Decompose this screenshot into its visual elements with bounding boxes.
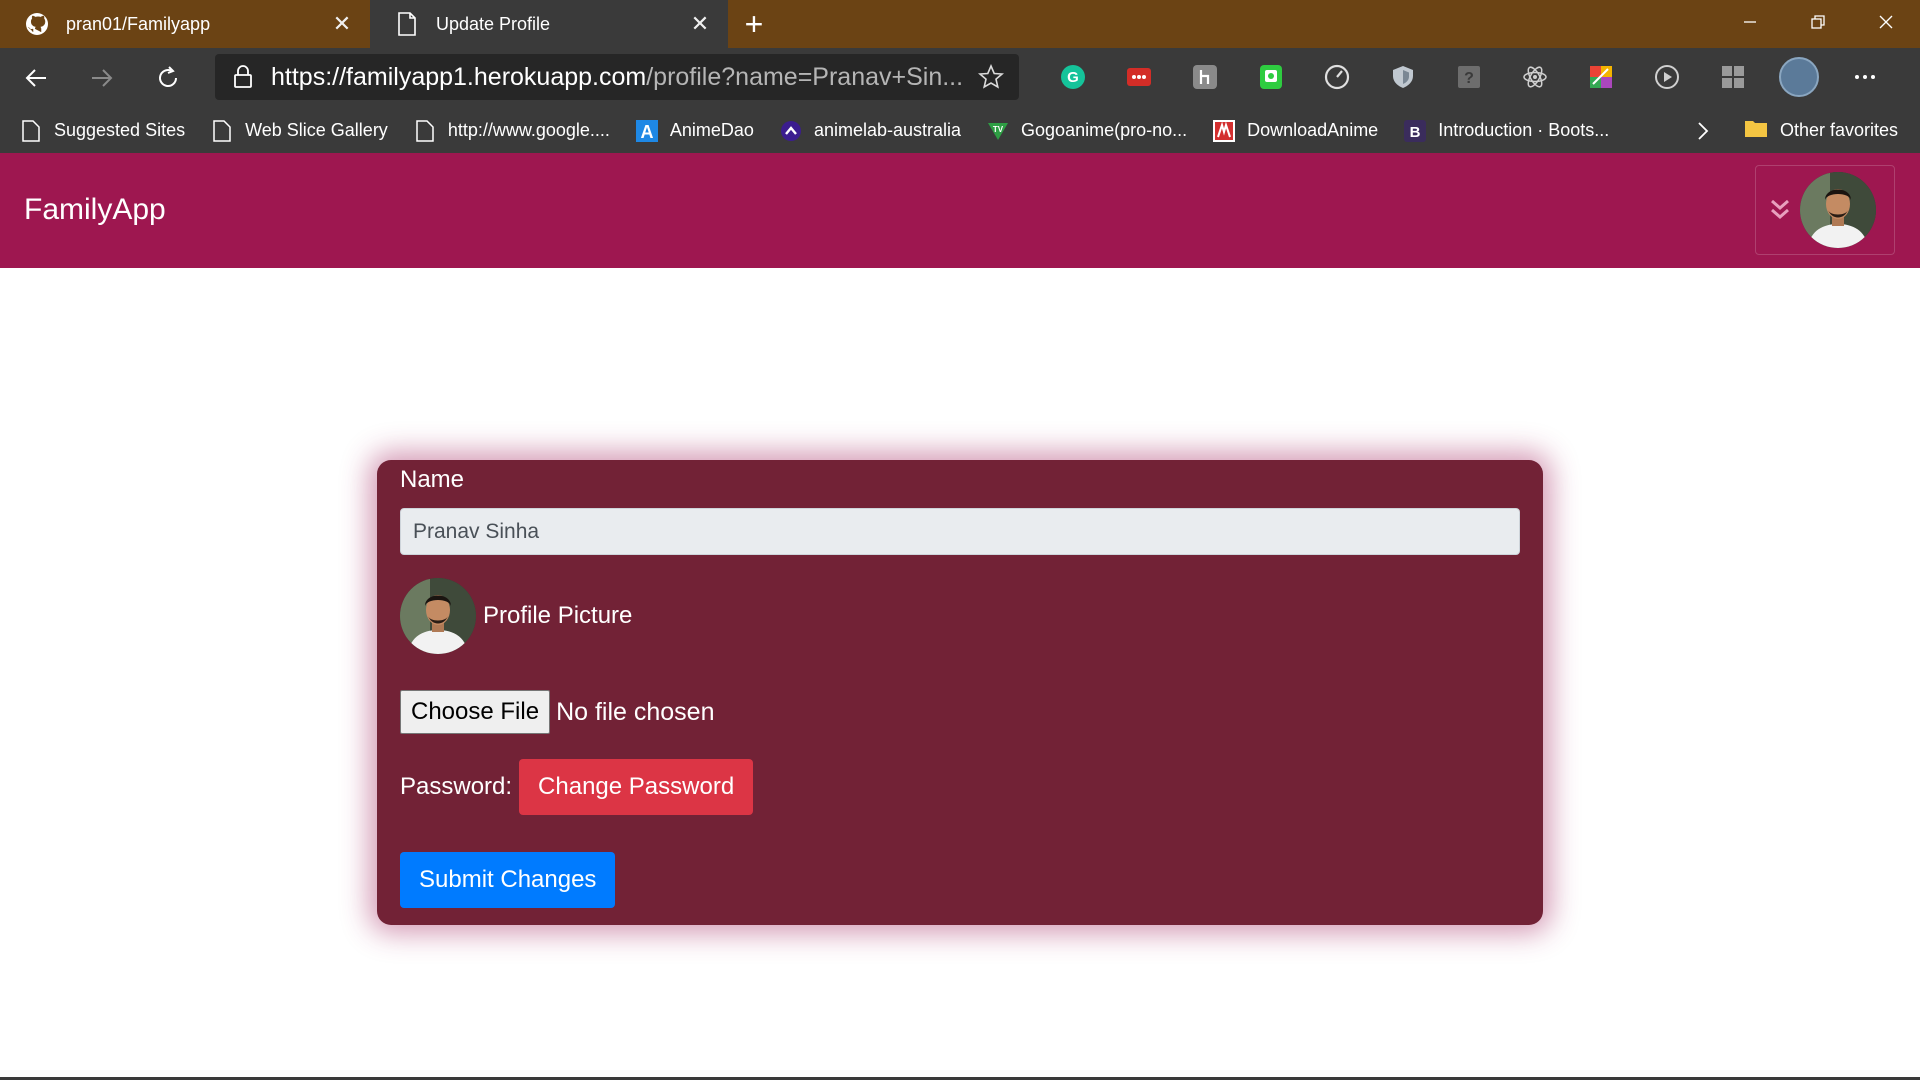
bookmark-web-slice-gallery[interactable]: Web Slice Gallery (211, 119, 388, 142)
tab-strip: pran01/Familyapp ✕ Update Profile ✕ + (0, 0, 1920, 48)
play-icon[interactable] (1634, 54, 1700, 100)
collections-icon[interactable] (1700, 54, 1766, 100)
choose-file-button[interactable]: Choose File (400, 690, 551, 734)
other-favorites-label: Other favorites (1780, 120, 1899, 140)
tab-update-profile[interactable]: Update Profile ✕ (370, 0, 728, 48)
profile-icon[interactable] (1766, 54, 1832, 100)
bookmark-label: http://www.google.... (447, 120, 610, 140)
lastpass-icon[interactable] (1106, 54, 1172, 100)
profile-picture-row: Profile Picture (400, 578, 632, 654)
speed-icon[interactable] (1304, 54, 1370, 100)
animelab-icon (780, 120, 802, 142)
name-input[interactable] (400, 508, 1520, 555)
page-icon (394, 11, 420, 37)
lock-icon[interactable] (215, 65, 271, 89)
bookmark-animedao[interactable]: A AnimeDao (635, 119, 754, 142)
restore-icon[interactable] (1784, 0, 1852, 44)
app-navbar: FamilyApp (0, 153, 1920, 268)
tab-familyapp-repo[interactable]: pran01/Familyapp ✕ (0, 0, 370, 48)
bookmark-animelab[interactable]: animelab-australia (780, 120, 961, 142)
name-label: Name (400, 466, 465, 493)
password-label: Password: (400, 773, 513, 800)
bookmark-suggested-sites[interactable]: Suggested Sites (20, 119, 186, 142)
bookmark-bootstrap[interactable]: B Introduction · Boots... (1404, 119, 1610, 142)
extension-green-icon[interactable] (1238, 54, 1304, 100)
double-chevron-down-icon (1760, 197, 1800, 223)
url-host: https://familyapp1.herokuapp.com (271, 62, 647, 91)
bookmark-google[interactable]: http://www.google.... (414, 119, 610, 142)
downloadanime-icon (1213, 119, 1236, 142)
svg-text:B: B (1410, 124, 1421, 141)
no-file-text: No file chosen (556, 697, 715, 726)
bookmark-label: Suggested Sites (54, 120, 186, 140)
forward-icon[interactable] (72, 54, 132, 102)
extension-gray-icon[interactable] (1172, 54, 1238, 100)
user-menu-toggle[interactable] (1755, 165, 1895, 255)
browser-toolbar: https://familyapp1.herokuapp.com/profile… (0, 48, 1920, 108)
svg-text:G: G (1067, 69, 1079, 86)
bookmark-label: animelab-australia (813, 120, 962, 140)
favorite-star-icon[interactable] (963, 64, 1019, 90)
folder-icon (1744, 118, 1768, 143)
bookmarks-bar: Suggested Sites Web Slice Gallery http:/… (0, 108, 1920, 153)
close-window-icon[interactable] (1852, 0, 1920, 44)
page-icon (20, 119, 42, 142)
animedao-icon: A (635, 119, 658, 142)
refresh-icon[interactable] (138, 54, 198, 102)
bookmark-label: Web Slice Gallery (245, 120, 388, 140)
browser-avatar (1779, 57, 1819, 97)
other-favorites[interactable]: Other favorites (1744, 108, 1898, 153)
profile-picture-label: Profile Picture (483, 602, 633, 629)
shield-icon[interactable] (1370, 54, 1436, 100)
address-bar[interactable]: https://familyapp1.herokuapp.com/profile… (215, 54, 1019, 100)
chevron-right-icon[interactable] (1688, 116, 1718, 146)
url-text[interactable]: https://familyapp1.herokuapp.com/profile… (271, 63, 963, 92)
bookmark-label: Gogoanime(pro-no... (1021, 120, 1188, 140)
gogoanime-icon: TV (987, 120, 1009, 142)
tab-close-icon[interactable]: ✕ (330, 11, 354, 36)
colorful-extension-icon[interactable] (1568, 54, 1634, 100)
bookmark-label: AnimeDao (669, 120, 754, 140)
unknown-extension-icon[interactable]: ? (1436, 54, 1502, 100)
minimize-icon[interactable] (1716, 0, 1784, 44)
github-icon (24, 11, 50, 37)
tab-close-icon[interactable]: ✕ (688, 11, 712, 36)
submit-changes-button[interactable]: Submit Changes (400, 852, 616, 908)
update-profile-card: Name Profile Picture Choose File No file… (377, 460, 1543, 925)
window-controls (1716, 0, 1920, 48)
tab-title: Update Profile (436, 13, 551, 34)
bookmark-label: Introduction · Boots... (1438, 120, 1610, 140)
bookmark-label: DownloadAnime (1247, 120, 1379, 140)
page-icon (211, 119, 233, 142)
file-upload: Choose File No file chosen (400, 690, 715, 734)
new-tab-button[interactable]: + (728, 0, 780, 48)
app-brand[interactable]: FamilyApp (24, 193, 166, 227)
svg-text:?: ? (1464, 70, 1474, 87)
page-icon (414, 119, 436, 142)
url-path: /profile?name=Pranav+Sin... (646, 62, 963, 91)
grammarly-icon[interactable]: G (1040, 54, 1106, 100)
bootstrap-icon: B (1404, 119, 1427, 142)
profile-picture-avatar (400, 578, 476, 654)
more-options-icon[interactable] (1832, 54, 1898, 100)
bookmark-gogoanime[interactable]: TV Gogoanime(pro-no... (987, 120, 1187, 142)
svg-text:A: A (640, 122, 653, 142)
react-devtools-icon[interactable] (1502, 54, 1568, 100)
back-icon[interactable] (6, 54, 66, 102)
tab-title: pran01/Familyapp (66, 13, 211, 34)
avatar (1800, 172, 1876, 248)
extensions-bar: G ? (1040, 54, 1898, 100)
password-row: Password: Change Password (400, 759, 754, 815)
svg-text:TV: TV (993, 125, 1004, 134)
change-password-button[interactable]: Change Password (519, 759, 754, 815)
bookmark-downloadanime[interactable]: DownloadAnime (1213, 119, 1379, 142)
